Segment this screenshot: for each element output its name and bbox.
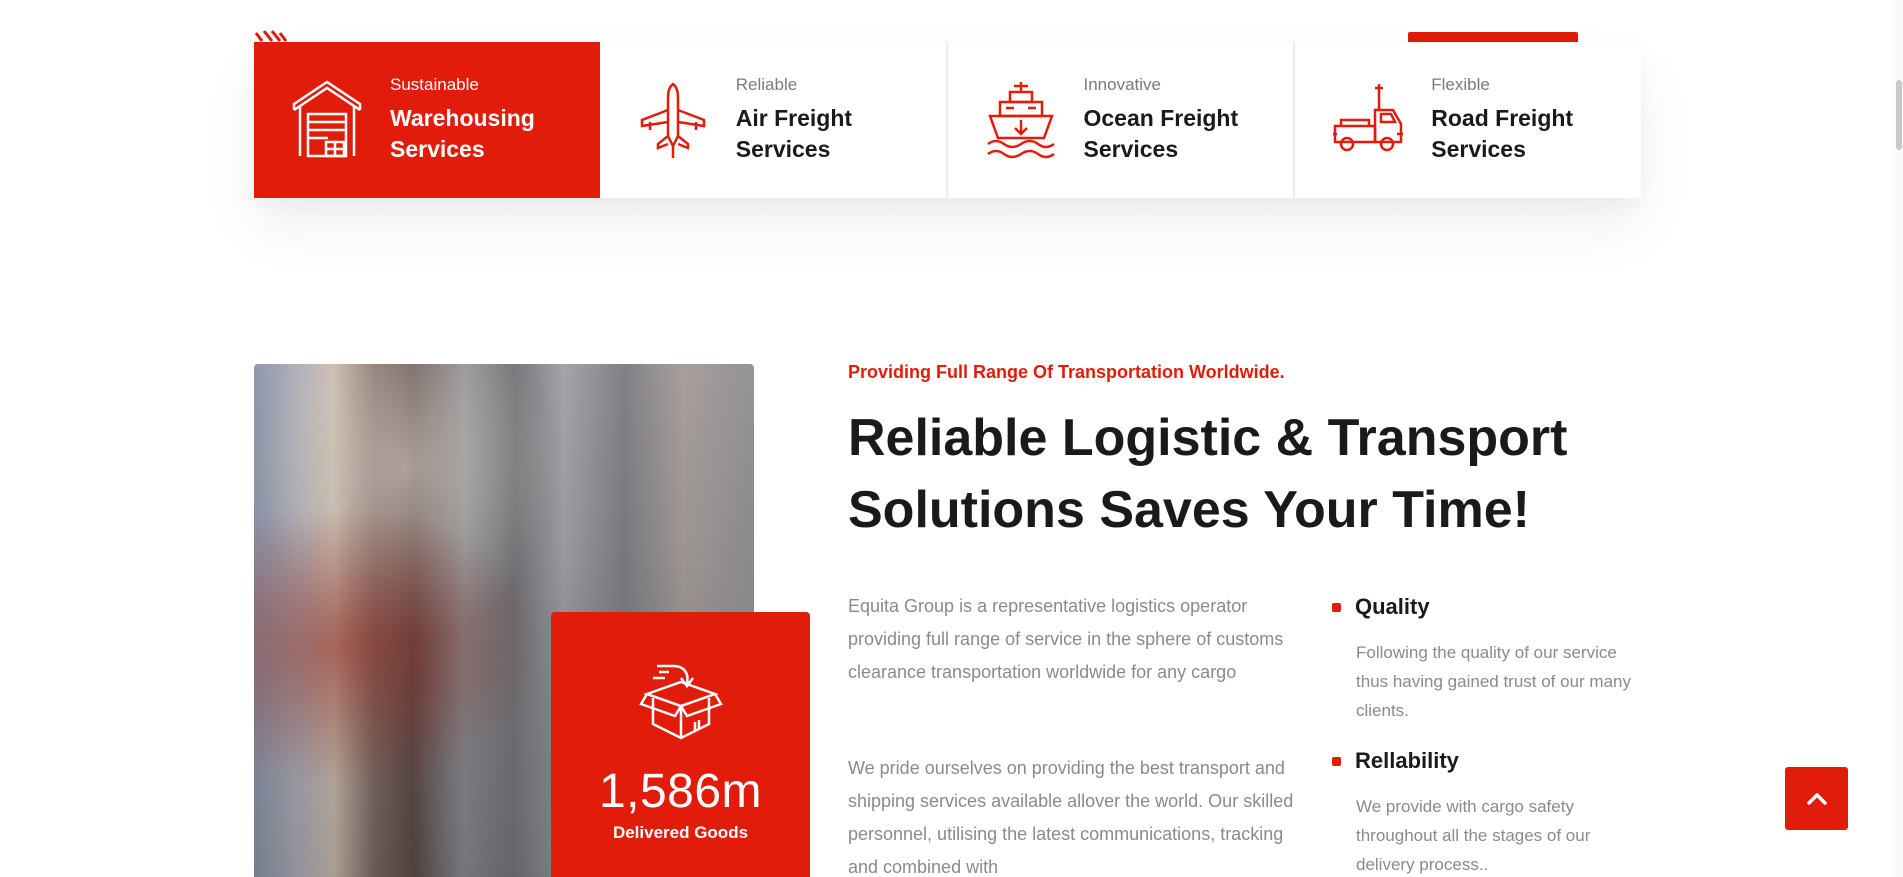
service-title: Road Freight Services <box>1431 105 1574 162</box>
service-card-warehousing[interactable]: Sustainable Warehousing Services <box>254 42 600 198</box>
bullet-icon <box>1332 602 1341 612</box>
bullet-icon <box>1332 756 1341 766</box>
service-card-road-freight[interactable]: Flexible Road Freight Services <box>1295 42 1641 198</box>
truck-icon <box>1333 84 1404 152</box>
stat-label: Delivered Goods <box>612 823 749 842</box>
service-title: Air Freight Services <box>735 105 853 162</box>
feature-quality: Quality Following the quality of our ser… <box>1332 594 1632 725</box>
chevron-up-icon <box>1806 792 1827 805</box>
service-title: Warehousing Services <box>390 105 535 162</box>
stat-card: 1,586m Delivered Goods <box>551 612 810 877</box>
service-card-ocean-freight[interactable]: Innovative Ocean Freight Services <box>947 42 1296 198</box>
service-kicker: Innovative <box>1083 75 1162 94</box>
section-headline: Reliable Logistic & Transport Solutions … <box>848 409 1568 539</box>
about-paragraph: We pride ourselves on providing the best… <box>848 758 1294 877</box>
service-kicker: Flexible <box>1431 75 1490 94</box>
services-bar: Sustainable Warehousing Services Reliabl… <box>254 42 1641 198</box>
feature-reliability: Rellability We provide with cargo safety… <box>1332 748 1632 877</box>
feature-description: We provide with cargo safety throughout … <box>1356 797 1591 874</box>
service-kicker: Sustainable <box>390 75 479 94</box>
page-scrollbar[interactable] <box>1893 0 1903 877</box>
scrollbar-thumb[interactable] <box>1896 80 1902 150</box>
feature-description: Following the quality of our service thu… <box>1356 643 1631 720</box>
service-card-air-freight[interactable]: Reliable Air Freight Services <box>599 42 948 198</box>
airplane-icon <box>640 82 705 158</box>
feature-title: Rellability <box>1355 748 1459 773</box>
section-eyebrow: Providing Full Range Of Transportation W… <box>848 362 1285 382</box>
back-to-top-button[interactable] <box>1785 767 1848 830</box>
box-icon <box>638 664 723 740</box>
about-paragraph: Equita Group is a representative logisti… <box>848 596 1284 682</box>
feature-title: Quality <box>1355 594 1430 619</box>
service-kicker: Reliable <box>735 75 798 94</box>
warehouse-icon <box>292 80 362 158</box>
stat-value: 1,586m <box>598 765 763 818</box>
ship-icon <box>986 82 1055 159</box>
service-title: Ocean Freight Services <box>1083 105 1239 162</box>
